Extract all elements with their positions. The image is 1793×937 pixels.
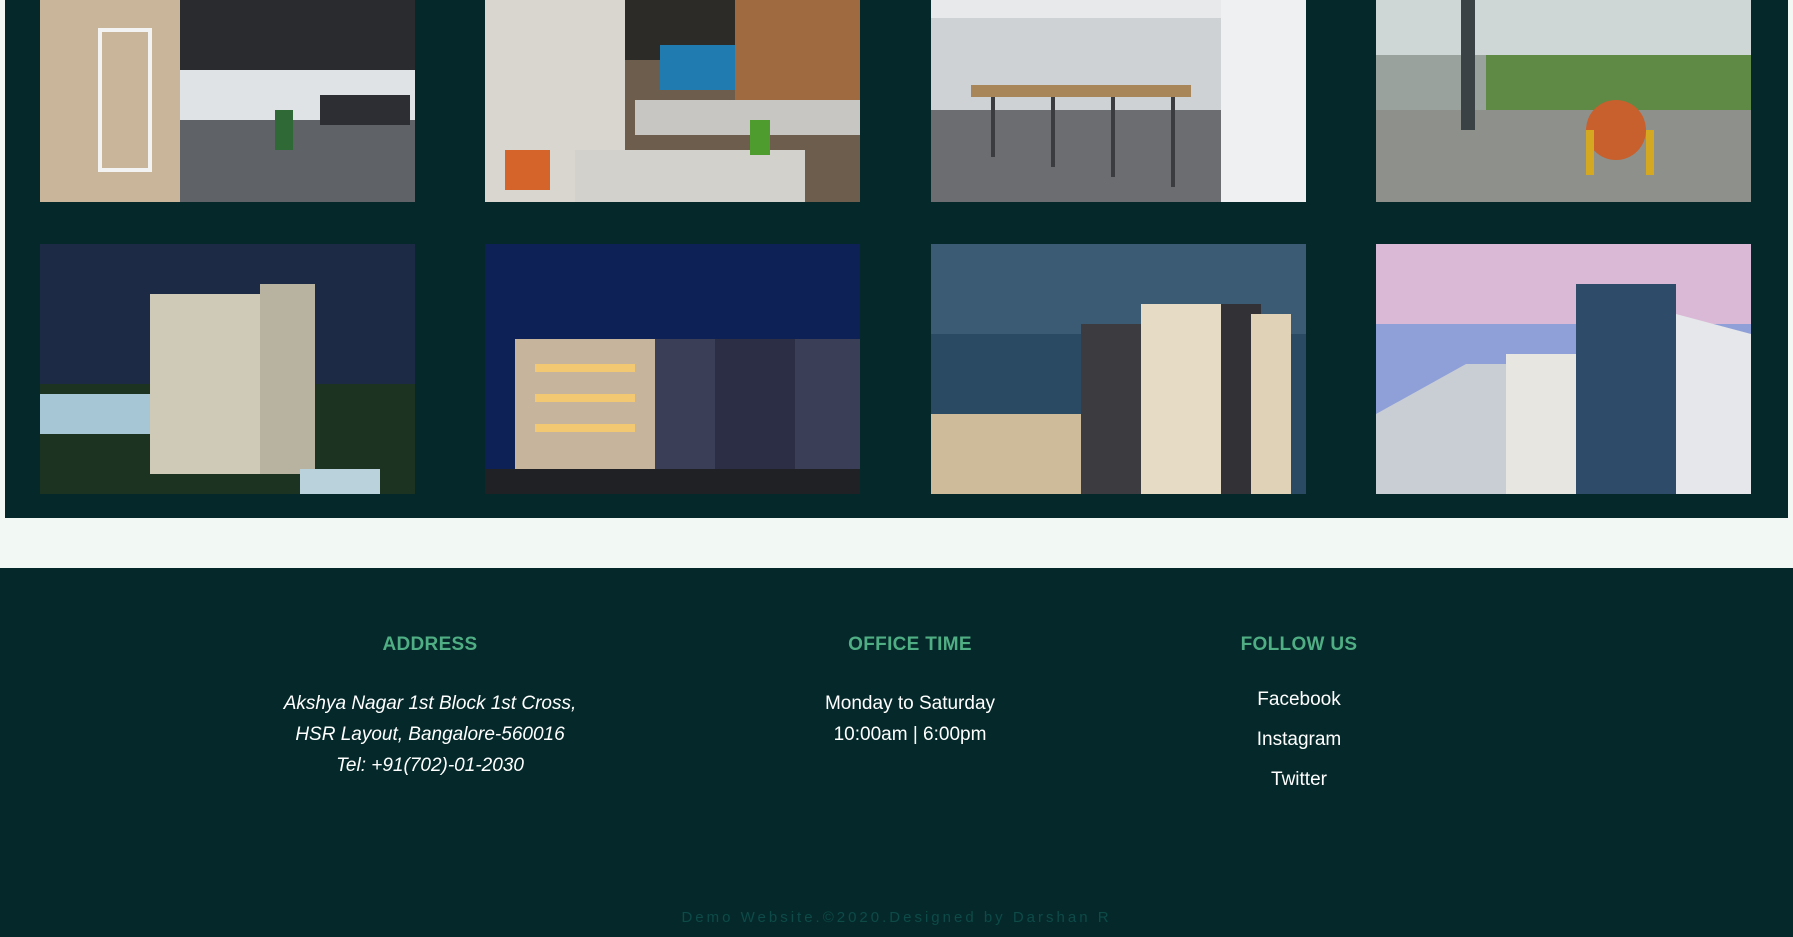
apartment-corner-dusk-photo (931, 244, 1306, 494)
apartment-block-night-photo (485, 244, 860, 494)
photo-gallery (5, 0, 1788, 518)
address-body: Akshya Nagar 1st Block 1st Cross, HSR La… (220, 688, 640, 781)
address-title: ADDRESS (382, 634, 478, 655)
twitter-link[interactable]: Twitter (1149, 755, 1449, 805)
follow-us-title: FOLLOW US (1240, 634, 1358, 655)
office-time-body: Monday to Saturday 10:00am | 6:00pm (720, 688, 1100, 750)
apartment-glass-facade-photo (1376, 244, 1751, 494)
footer: ADDRESS Akshya Nagar 1st Block 1st Cross… (0, 568, 1793, 937)
social-links: Facebook Instagram Twitter (1149, 675, 1449, 805)
address-line-2: HSR Layout, Bangalore-560016 (295, 724, 565, 745)
office-hours: 10:00am | 6:00pm (833, 724, 987, 745)
office-days: Monday to Saturday (824, 693, 996, 714)
office-cafeteria-photo (485, 0, 860, 202)
office-bar-counter-photo (931, 0, 1306, 202)
office-time-title: OFFICE TIME (848, 634, 972, 655)
apartment-tower-night-photo (40, 244, 415, 494)
copyright-text: Demo Website.©2020.Designed by Darshan R (681, 909, 1112, 926)
address-line-1: Akshya Nagar 1st Block 1st Cross, (283, 693, 577, 714)
office-interior-photo-1 (40, 0, 415, 202)
office-terrace-photo (1376, 0, 1751, 202)
address-phone: Tel: +91(702)-01-2030 (336, 755, 524, 776)
